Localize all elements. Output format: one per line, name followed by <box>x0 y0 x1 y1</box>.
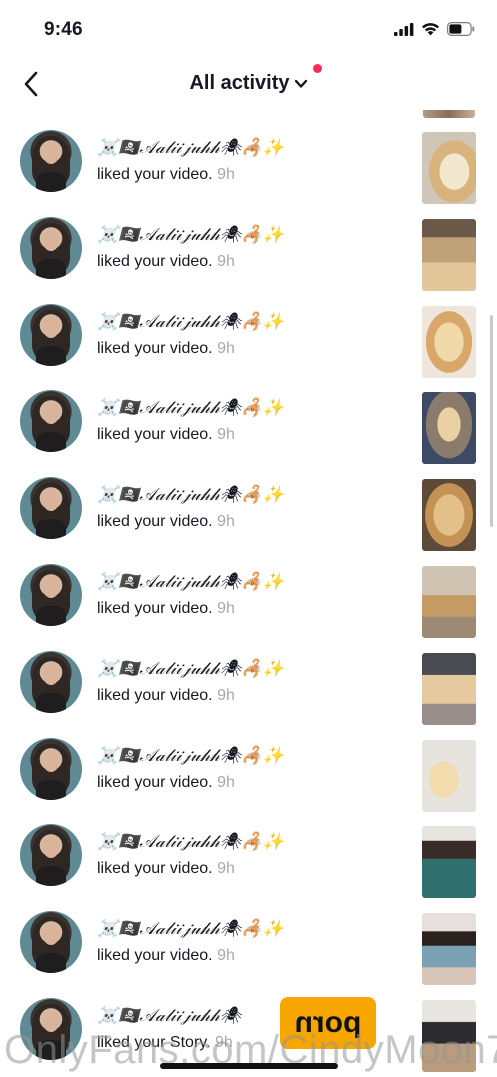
unread-dot <box>312 64 322 73</box>
video-thumbnail[interactable] <box>422 566 476 638</box>
video-thumbnail[interactable] <box>422 479 476 552</box>
activity-time: 9h <box>217 166 235 183</box>
video-thumbnail[interactable] <box>422 392 476 465</box>
activity-filter-dropdown[interactable]: All activity <box>189 64 322 95</box>
notification-row[interactable]: ☠️🏴‍☠️𝒜𝒶𝓁𝒾𝒾𝒿𝓊𝒽𝒽🕷🦂✨ liked your video. 9h <box>0 457 497 552</box>
video-thumbnail[interactable] <box>422 826 476 899</box>
avatar[interactable] <box>20 650 82 713</box>
username[interactable]: ☠️🏴‍☠️𝒜𝒶𝓁𝒾𝒾𝒿𝓊𝒽𝒽🕷 <box>97 1006 241 1026</box>
activity-time: 9h <box>217 426 235 444</box>
scrollbar[interactable] <box>490 315 493 527</box>
username[interactable]: ☠️🏴‍☠️𝒜𝒶𝓁𝒾𝒾𝒿𝓊𝒽𝒽🕷🦂✨ <box>97 832 284 852</box>
username[interactable]: ☠️🏴‍☠️𝒜𝒶𝓁𝒾𝒾𝒿𝓊𝒽𝒽🕷🦂✨ <box>97 659 284 679</box>
avatar[interactable] <box>20 477 82 540</box>
activity-action: liked your video. <box>97 947 213 965</box>
video-thumbnail[interactable] <box>422 739 476 812</box>
username[interactable]: ☠️🏴‍☠️𝒜𝒶𝓁𝒾𝒾𝒿𝓊𝒽𝒽🕷🦂✨ <box>97 919 284 939</box>
activity-text: liked your video. 9h <box>97 513 235 531</box>
activity-action: liked your video. <box>97 339 213 357</box>
activity-text: liked your video. 9h <box>97 687 235 705</box>
activity-text: liked your video. 9h <box>97 860 235 878</box>
status-icons <box>394 22 475 36</box>
notification-row[interactable]: ☠️🏴‍☠️𝒜𝒶𝓁𝒾𝒾𝒿𝓊𝒽𝒽🕷🦂✨ liked your video. 9h <box>0 718 497 812</box>
battery-icon <box>447 22 475 36</box>
status-time: 9:46 <box>44 19 83 40</box>
activity-text: liked your video. 9h <box>97 253 235 271</box>
activity-action: liked your video. <box>97 773 213 791</box>
activity-time: 9h <box>217 513 235 531</box>
activity-action: liked your video. <box>97 860 213 878</box>
notification-row[interactable]: ☠️🏴‍☠️𝒜𝒶𝓁𝒾𝒾𝒿𝓊𝒽𝒽🕷🦂✨ liked your video. 9h <box>0 284 497 378</box>
activity-text: liked your video. 9h <box>97 340 235 358</box>
username[interactable]: ☠️🏴‍☠️𝒜𝒶𝓁𝒾𝒾𝒿𝓊𝒽𝒽🕷🦂✨ <box>97 746 284 766</box>
username[interactable]: ☠️🏴‍☠️𝒜𝒶𝓁𝒾𝒾𝒿𝓊𝒽𝒽🕷🦂✨ <box>97 225 284 245</box>
video-thumbnail[interactable] <box>422 913 476 986</box>
status-bar: 9:46 <box>0 0 497 56</box>
activity-text: liked your video. 9h <box>97 947 235 965</box>
activity-time: 9h <box>217 773 235 791</box>
activity-text: liked your video. 9h <box>97 166 235 184</box>
notification-row[interactable]: ☠️🏴‍☠️𝒜𝒶𝓁𝒾𝒾𝒿𝓊𝒽𝒽🕷🦂✨ liked your video. 9h <box>0 370 497 465</box>
notification-row[interactable]: ☠️🏴‍☠️𝒜𝒶𝓁𝒾𝒾𝒿𝓊𝒽𝒽🕷🦂✨ liked your video. 9h <box>0 197 497 291</box>
notification-row[interactable]: ☠️🏴‍☠️𝒜𝒶𝓁𝒾𝒾𝒿𝓊𝒽𝒽🕷🦂✨ liked your video. 9h <box>0 544 497 638</box>
avatar[interactable] <box>20 564 82 626</box>
video-thumbnail[interactable] <box>422 218 476 291</box>
activity-text: liked your video. 9h <box>97 426 235 444</box>
activity-action: liked your video. <box>97 426 213 444</box>
username[interactable]: ☠️🏴‍☠️𝒜𝒶𝓁𝒾𝒾𝒿𝓊𝒽𝒽🕷🦂✨ <box>97 485 284 505</box>
activity-action: liked your video. <box>97 166 213 183</box>
notification-row[interactable]: ☠️🏴‍☠️𝒜𝒶𝓁𝒾𝒾𝒿𝓊𝒽𝒽🕷🦂✨ liked your video. 9h <box>0 891 497 986</box>
video-thumbnail[interactable] <box>422 305 476 378</box>
avatar[interactable] <box>20 303 82 366</box>
avatar[interactable] <box>20 911 82 974</box>
username[interactable]: ☠️🏴‍☠️𝒜𝒶𝓁𝒾𝒾𝒿𝓊𝒽𝒽🕷🦂✨ <box>97 398 284 418</box>
avatar[interactable] <box>20 390 82 453</box>
activity-list[interactable]: ☠️🏴‍☠️𝒜𝒶𝓁𝒾𝒾𝒿𝓊𝒽𝒽🕷🦂✨ liked your video. 9h ☠️… <box>0 110 497 1077</box>
chevron-down-icon <box>294 79 307 88</box>
username[interactable]: ☠️🏴‍☠️𝒜𝒶𝓁𝒾𝒾𝒿𝓊𝒽𝒽🕷🦂✨ <box>97 138 284 158</box>
activity-action: liked your video. <box>97 686 213 704</box>
username[interactable]: ☠️🏴‍☠️𝒜𝒶𝓁𝒾𝒾𝒿𝓊𝒽𝒽🕷🦂✨ <box>97 312 284 332</box>
activity-time: 9h <box>217 686 235 704</box>
notification-row[interactable]: ☠️🏴‍☠️𝒜𝒶𝓁𝒾𝒾𝒿𝓊𝒽𝒽🕷🦂✨ liked your video. 9h <box>0 804 497 899</box>
activity-action: liked your video. <box>97 600 213 617</box>
activity-action: liked your video. <box>97 513 213 531</box>
activity-text: liked your video. 9h <box>97 774 235 792</box>
video-thumbnail[interactable] <box>422 652 476 725</box>
wifi-icon <box>422 23 439 36</box>
activity-time: 9h <box>217 252 235 270</box>
activity-text: liked your video. 9h <box>97 600 235 618</box>
avatar[interactable] <box>20 130 82 192</box>
home-indicator[interactable] <box>160 1063 338 1069</box>
cellular-signal-icon <box>394 22 414 36</box>
activity-time: 9h <box>217 600 235 617</box>
notification-row[interactable]: ☠️🏴‍☠️𝒜𝒶𝓁𝒾𝒾𝒿𝓊𝒽𝒽🕷🦂✨ liked your video. 9h <box>0 110 497 204</box>
video-thumbnail[interactable] <box>422 132 476 204</box>
avatar[interactable] <box>20 737 82 800</box>
avatar[interactable] <box>20 824 82 887</box>
notification-row[interactable]: ☠️🏴‍☠️𝒜𝒶𝓁𝒾𝒾𝒿𝓊𝒽𝒽🕷🦂✨ liked your video. 9h <box>0 631 497 725</box>
activity-time: 9h <box>217 860 235 878</box>
activity-action: liked your video. <box>97 252 213 270</box>
activity-time: 9h <box>217 947 235 965</box>
activity-time: 9h <box>217 339 235 357</box>
username[interactable]: ☠️🏴‍☠️𝒜𝒶𝓁𝒾𝒾𝒿𝓊𝒽𝒽🕷🦂✨ <box>97 572 284 592</box>
avatar[interactable] <box>20 216 82 279</box>
page-title: All activity <box>189 72 290 94</box>
header: All activity <box>0 58 497 108</box>
